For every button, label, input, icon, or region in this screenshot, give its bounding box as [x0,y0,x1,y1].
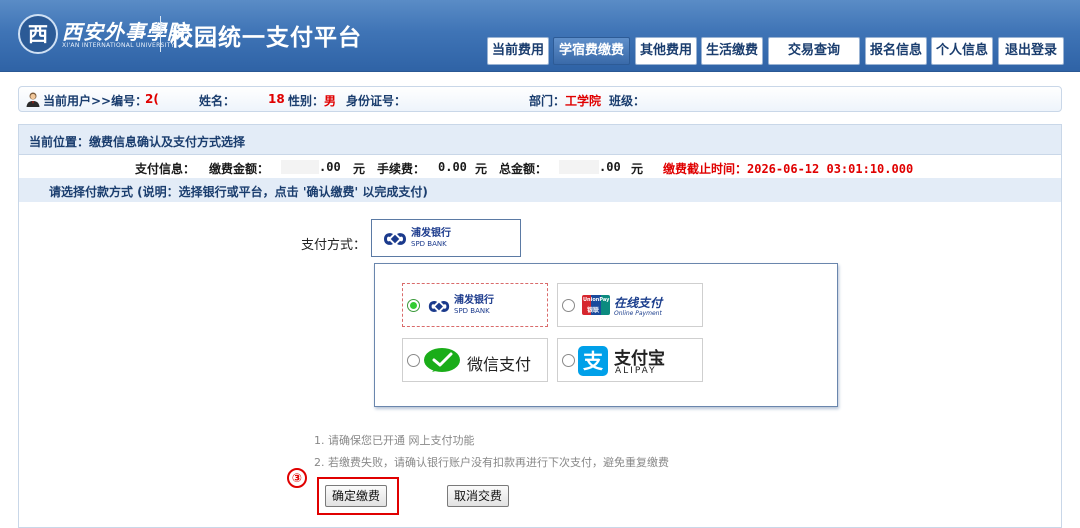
option-spd-bank[interactable]: 浦发银行 SPD BANK [402,283,548,327]
department-value: 工学院 [565,94,602,108]
option-wechat-pay[interactable]: 微信支付 [402,338,548,382]
selected-pay-method[interactable]: 浦发银行 SPD BANK [371,219,521,257]
amount-unit: 元 [353,162,366,176]
amount-value: .00 [319,160,341,174]
radio-unionpay[interactable] [562,299,575,312]
nav-personal-info[interactable]: 个人信息 [931,37,993,65]
alipay-icon: 支 [578,346,608,376]
payinfo-label: 支付信息： [135,162,196,176]
spd-option-en: SPD BANK [454,307,490,315]
note-1: 1. 请确保您已开通 网上支付功能 [314,434,475,447]
nav-logout[interactable]: 退出登录 [998,37,1064,65]
nav-other-fees[interactable]: 其他费用 [635,37,697,65]
spd-option-icon [428,300,450,312]
nav-tuition-payment[interactable]: 学宿费缴费 [553,37,630,65]
app-header: 西 西安外事學院 XI'AN INTERNATIONAL UNIVERSITY … [0,0,1080,72]
gender-label: 性别： [288,94,325,108]
name-value: 18 [268,92,285,106]
user-info-bar: 当前用户>>编号： 2( 姓名： 18 性别： 男 身份证号： 部门： 工学院 … [18,86,1062,112]
spd-name-en: SPD BANK [411,240,447,248]
current-user-label: 当前用户>>编号： [43,94,148,108]
total-label: 总金额： [499,162,548,176]
payment-panel: 当前位置：缴费信息确认及支付方式选择 支付信息： 缴费金额： .00 元 手续费… [18,124,1062,528]
gender-value: 男 [324,94,337,108]
fee-unit: 元 [475,162,488,176]
method-hint: 请选择付款方式 (说明：选择银行或平台，点击 '确认缴费' 以完成支付) [49,185,428,199]
breadcrumb-text: 当前位置：缴费信息确认及支付方式选择 [29,135,246,149]
spd-option-logo: 浦发银行 SPD BANK [427,296,494,316]
nav-transaction-query[interactable]: 交易查询 [768,37,860,65]
total-mask [559,160,599,174]
confirm-payment-button[interactable]: 确定缴费 [325,485,388,507]
wechat-pay-icon [424,348,460,372]
payment-options-box: 浦发银行 SPD BANK UnionPay 银联 在线支付 Online Pa… [374,263,838,407]
person-icon [26,92,40,107]
department-label: 部门： [529,94,566,108]
wechat-pay-label: 微信支付 [467,355,532,374]
idcard-label: 身份证号： [346,94,407,108]
pay-method-label: 支付方式： [301,238,367,253]
school-logo: 西 [18,14,58,54]
fee-label: 手续费： [377,162,426,176]
note-2: 2. 若缴费失败，请确认银行账户没有扣款再进行下次支付，避免重复缴费 [314,456,669,469]
breadcrumb: 当前位置：缴费信息确认及支付方式选择 [19,125,1061,155]
nav-current-fees[interactable]: 当前费用 [487,37,549,65]
spd-logo-icon [384,233,406,245]
platform-title: 校园统一支付平台 [170,25,362,51]
amount-mask [281,160,319,174]
method-hint-bar: 请选择付款方式 (说明：选择银行或平台，点击 '确认缴费' 以完成支付) [19,178,1061,202]
class-label: 班级： [609,94,646,108]
unionpay-sublabel: Online Payment [614,310,662,317]
option-alipay[interactable]: 支 支付宝 ALIPAY [557,338,703,382]
name-label: 姓名： [199,94,236,108]
radio-spd-bank[interactable] [407,299,420,312]
radio-wechat-pay[interactable] [407,354,420,367]
option-unionpay[interactable]: UnionPay 银联 在线支付 Online Payment [557,283,703,327]
amount-label: 缴费金额： [209,162,270,176]
payment-notes: 1. 请确保您已开通 网上支付功能 2. 若缴费失败，请确认银行账户没有扣款再进… [314,430,669,474]
header-divider [160,16,161,52]
unionpay-icon: UnionPay 银联 [582,295,610,315]
alipay-sublabel: ALIPAY [615,366,657,376]
user-id-value: 2( [145,92,159,106]
nav-living-payment[interactable]: 生活缴费 [701,37,763,65]
cancel-payment-button[interactable]: 取消交费 [447,485,510,507]
spd-bank-logo: 浦发银行 SPD BANK [382,229,451,249]
school-english-name: XI'AN INTERNATIONAL UNIVERSITY [62,42,175,49]
spd-option-cn: 浦发银行 [454,295,494,306]
total-unit: 元 [631,162,644,176]
payment-info-row: 支付信息： 缴费金额： .00 元 手续费： 0.00 元 总金额： .00 元… [19,156,1061,178]
unionpay-label: 在线支付 [614,296,663,310]
radio-alipay[interactable] [562,354,575,367]
step-marker: ③ [287,468,307,488]
payment-deadline: 缴费截止时间：2026-06-12 03:01:10.000 [663,162,914,176]
spd-name-cn: 浦发银行 [411,228,451,239]
total-value: .00 [599,160,621,174]
nav-enrollment-info[interactable]: 报名信息 [865,37,927,65]
fee-value: 0.00 [438,160,467,174]
